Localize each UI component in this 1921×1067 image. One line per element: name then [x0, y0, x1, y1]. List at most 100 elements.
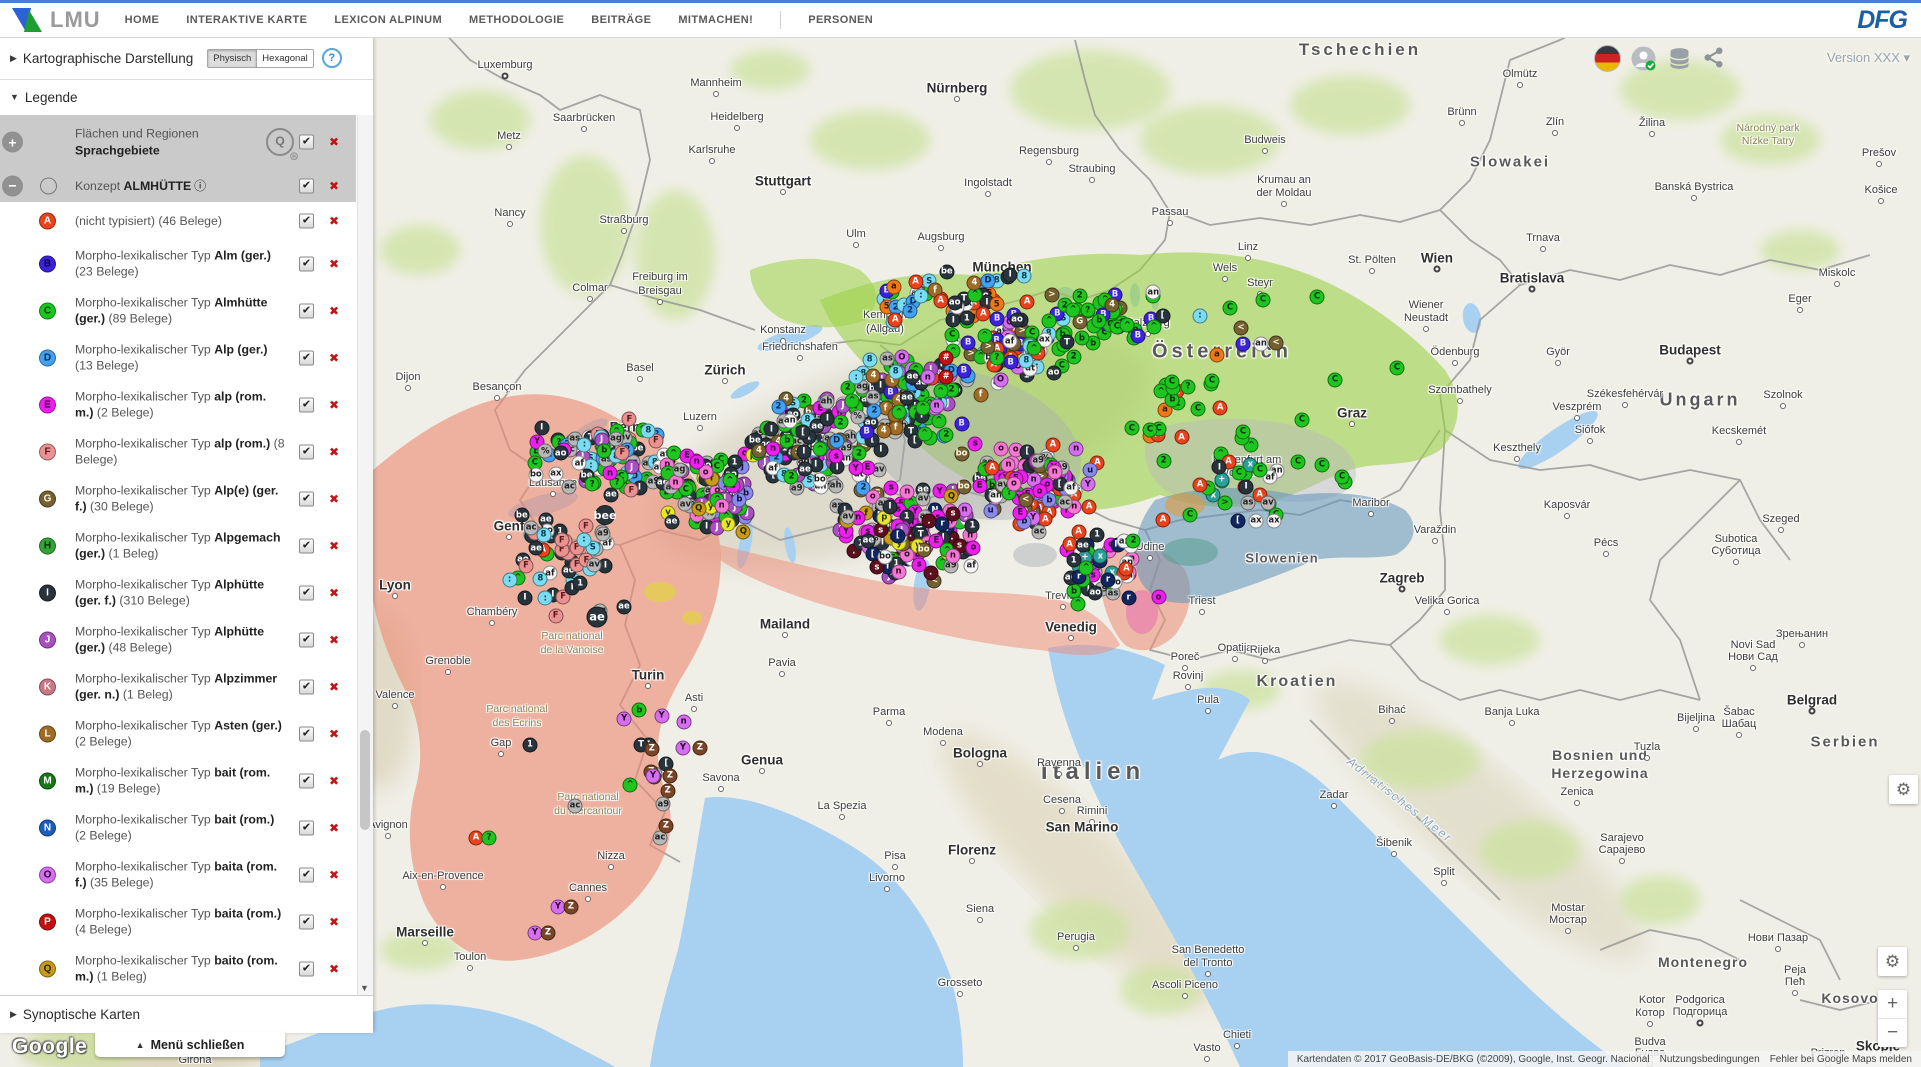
map-marker[interactable]: A: [1193, 478, 1208, 493]
scrollbar-thumb[interactable]: [360, 730, 370, 830]
map-marker[interactable]: A: [976, 306, 991, 321]
legend-remove-button[interactable]: ✖: [329, 445, 339, 459]
map-marker[interactable]: 2: [833, 415, 848, 430]
zoom-in-button[interactable]: +: [1878, 990, 1907, 1019]
map-marker[interactable]: C: [1390, 361, 1405, 376]
map-marker[interactable]: A: [1045, 437, 1060, 452]
synoptische-karten-section[interactable]: ▶ Synoptische Karten: [0, 995, 373, 1033]
terms-link[interactable]: Nutzungsbedingungen: [1660, 1054, 1760, 1065]
map-settings-gear-button[interactable]: ⚙: [1889, 775, 1918, 804]
map-marker[interactable]: 2: [867, 403, 882, 418]
map-marker[interactable]: 2: [903, 303, 918, 318]
map-marker[interactable]: C: [1143, 423, 1158, 438]
legend-type-row-K[interactable]: KMorpho-lexikalischer Typ Alpzimmer (ger…: [0, 663, 356, 710]
map-marker[interactable]: 1: [1090, 527, 1105, 542]
map-marker[interactable]: F: [554, 533, 569, 548]
map-marker[interactable]: bo: [812, 473, 827, 488]
map-marker[interactable]: ^: [1042, 314, 1057, 329]
map-marker[interactable]: <: [1234, 321, 1249, 336]
map-marker[interactable]: C: [1328, 373, 1343, 388]
nav-item-lexicon-alpinum[interactable]: LEXICON ALPINUM: [334, 14, 442, 26]
map-marker[interactable]: o: [1006, 477, 1021, 492]
map-marker[interactable]: a: [886, 279, 901, 294]
map-marker[interactable]: o: [1151, 590, 1166, 605]
map-marker[interactable]: B: [956, 363, 971, 378]
map-marker[interactable]: 5: [989, 297, 1004, 312]
dfg-logo[interactable]: DFG: [1857, 6, 1907, 35]
map-marker[interactable]: av: [678, 497, 693, 512]
map-marker[interactable]: 2: [771, 399, 786, 414]
map-marker[interactable]: bo: [954, 446, 969, 461]
map-marker[interactable]: 2: [1066, 350, 1081, 365]
nav-item-interaktive-karte[interactable]: INTERAKTIVE KARTE: [186, 14, 307, 26]
map-marker[interactable]: C: [1231, 465, 1246, 480]
map-marker[interactable]: >: [1218, 496, 1233, 511]
map-marker[interactable]: ^: [813, 442, 828, 457]
info-icon[interactable]: ⓘ: [194, 178, 206, 192]
legend-visibility-checkbox[interactable]: ✔: [299, 214, 314, 229]
legend-remove-button[interactable]: ✖: [329, 351, 339, 365]
map-marker[interactable]: ^: [915, 401, 930, 416]
map-marker[interactable]: .: [922, 514, 937, 529]
map-marker[interactable]: ae: [1075, 538, 1090, 553]
map-marker[interactable]: Z: [644, 741, 659, 756]
map-marker[interactable]: n: [929, 398, 944, 413]
map-marker[interactable]: s: [884, 481, 899, 496]
map-marker[interactable]: a9: [1031, 453, 1046, 468]
map-marker[interactable]: av: [587, 557, 602, 572]
map-marker[interactable]: s: [968, 436, 983, 451]
toggle-hexagonal[interactable]: Hexagonal: [256, 50, 312, 67]
legend-visibility-checkbox[interactable]: ✔: [299, 444, 314, 459]
map-marker[interactable]: 4: [751, 443, 766, 458]
map-marker[interactable]: ?: [1181, 380, 1196, 395]
map-marker[interactable]: s: [873, 523, 888, 538]
legend-scrollbar[interactable]: ▼: [357, 115, 373, 995]
map-marker[interactable]: :: [913, 288, 928, 303]
map-marker[interactable]: C: [1256, 293, 1271, 308]
map-marker[interactable]: #: [939, 351, 954, 366]
legend-remove-button[interactable]: ✖: [329, 398, 339, 412]
map-marker[interactable]: ag: [672, 462, 687, 477]
map-marker[interactable]: :: [577, 532, 592, 547]
map-marker[interactable]: B: [961, 336, 976, 351]
map-marker[interactable]: C: [1205, 374, 1220, 389]
map-marker[interactable]: A: [1119, 562, 1134, 577]
scrollbar-down-arrow[interactable]: ▼: [360, 983, 369, 993]
map-marker[interactable]: ao: [1046, 366, 1061, 381]
legend-type-row-M[interactable]: MMorpho-lexikalischer Typ bait (rom. m.)…: [0, 757, 356, 804]
map-marker[interactable]: ah: [828, 478, 843, 493]
map-marker[interactable]: I: [1003, 267, 1018, 282]
legend-type-row-O[interactable]: OMorpho-lexikalischer Typ baita (rom. f.…: [0, 851, 356, 898]
map-marker[interactable]: C: [1236, 425, 1251, 440]
map-marker[interactable]: 4: [967, 276, 982, 291]
map-marker[interactable]: b: [597, 443, 612, 458]
map-marker[interactable]: 8: [533, 572, 548, 587]
map-marker[interactable]: n: [1069, 442, 1084, 457]
map-marker[interactable]: ^: [891, 405, 906, 420]
legend-visibility-checkbox[interactable]: ✔: [299, 538, 314, 553]
map-marker[interactable]: 4: [876, 423, 891, 438]
map-marker[interactable]: E: [929, 533, 944, 548]
database-icon[interactable]: [1667, 46, 1692, 71]
map-marker[interactable]: I: [534, 420, 549, 435]
map-marker[interactable]: b: [732, 492, 747, 507]
legend-remove-button[interactable]: ✖: [329, 821, 339, 835]
map-marker[interactable]: T: [1060, 335, 1075, 350]
zoom-out-button[interactable]: −: [1878, 1019, 1907, 1047]
map-marker[interactable]: ac: [562, 480, 577, 495]
map-marker[interactable]: ^: [1079, 560, 1094, 575]
legend-visibility-checkbox[interactable]: ✔: [299, 679, 314, 694]
map-marker[interactable]: af: [1002, 334, 1017, 349]
map-marker[interactable]: ao: [947, 296, 962, 311]
map-marker[interactable]: I: [946, 313, 961, 328]
map-marker[interactable]: >: [1044, 287, 1059, 302]
legend-visibility-checkbox[interactable]: ✔: [299, 256, 314, 271]
map-marker[interactable]: B: [1236, 337, 1251, 352]
map-marker[interactable]: an: [782, 414, 797, 429]
map-marker[interactable]: as: [880, 351, 895, 366]
map-marker[interactable]: B: [1130, 329, 1145, 344]
legend-type-row-Q[interactable]: QMorpho-lexikalischer Typ baito (rom. m.…: [0, 945, 356, 992]
map-marker[interactable]: n: [676, 715, 691, 730]
legend-type-row-G[interactable]: GMorpho-lexikalischer Typ Alp(e) (ger. f…: [0, 475, 356, 522]
legend-type-row-F[interactable]: FMorpho-lexikalischer Typ alp (rom.) (8 …: [0, 428, 356, 475]
